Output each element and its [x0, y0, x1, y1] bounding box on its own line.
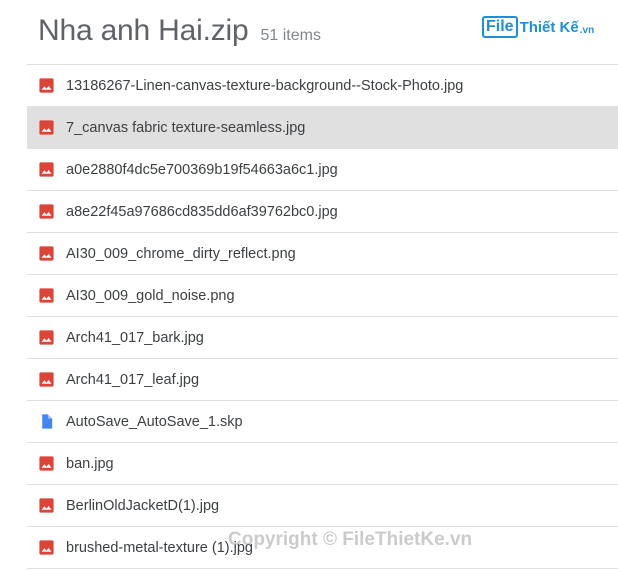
file-row[interactable]: brushed-metal-texture (1).jpg: [27, 527, 618, 569]
zip-header: Nha anh Hai.zip 51 items: [38, 14, 321, 54]
file-row[interactable]: BerlinOldJacketD(1).jpg: [27, 485, 618, 527]
image-file-icon: [39, 120, 54, 135]
image-file-icon: [39, 330, 54, 345]
file-row[interactable]: AutoSave_AutoSave_1.skp: [27, 401, 618, 443]
item-count: 51 items: [260, 27, 321, 44]
file-row[interactable]: ban.jpg: [27, 443, 618, 485]
file-row[interactable]: 13186267-Linen-canvas-texture-background…: [27, 65, 618, 107]
file-name: AutoSave_AutoSave_1.skp: [66, 413, 243, 430]
file-name: ban.jpg: [66, 455, 114, 472]
site-logo: File Thiết Kế .vn: [482, 16, 595, 38]
file-row[interactable]: AI30_009_chrome_dirty_reflect.png: [27, 233, 618, 275]
file-row[interactable]: a8e22f45a97686cd835dd6af39762bc0.jpg: [27, 191, 618, 233]
logo-main-text: Thiết Kế: [519, 18, 579, 36]
file-name: brushed-metal-texture (1).jpg: [66, 539, 253, 556]
file-name: Arch41_017_bark.jpg: [66, 329, 204, 346]
image-file-icon: [39, 288, 54, 303]
page-title: Nha anh Hai.zip: [38, 14, 249, 47]
file-row[interactable]: 7_canvas fabric texture-seamless.jpg: [27, 107, 618, 149]
image-file-icon: [39, 498, 54, 513]
image-file-icon: [39, 204, 54, 219]
file-name: 7_canvas fabric texture-seamless.jpg: [66, 119, 306, 136]
document-file-icon: [42, 414, 53, 429]
file-name: AI30_009_gold_noise.png: [66, 287, 235, 304]
image-file-icon: [39, 540, 54, 555]
file-name: BerlinOldJacketD(1).jpg: [66, 497, 220, 514]
image-file-icon: [39, 78, 54, 93]
file-row[interactable]: a0e2880f4dc5e700369b19f54663a6c1.jpg: [27, 149, 618, 191]
file-list: 13186267-Linen-canvas-texture-background…: [27, 64, 618, 569]
file-row[interactable]: AI30_009_gold_noise.png: [27, 275, 618, 317]
image-file-icon: [39, 456, 54, 471]
file-row[interactable]: Arch41_017_bark.jpg: [27, 317, 618, 359]
file-name: a8e22f45a97686cd835dd6af39762bc0.jpg: [66, 203, 338, 220]
image-file-icon: [39, 246, 54, 261]
image-file-icon: [39, 372, 54, 387]
file-row[interactable]: Arch41_017_leaf.jpg: [27, 359, 618, 401]
file-name: AI30_009_chrome_dirty_reflect.png: [66, 245, 296, 262]
logo-suffix: .vn: [579, 25, 595, 36]
logo-file-text: File: [482, 16, 518, 38]
file-name: 13186267-Linen-canvas-texture-background…: [66, 77, 464, 94]
image-file-icon: [39, 162, 54, 177]
file-name: Arch41_017_leaf.jpg: [66, 371, 200, 388]
file-name: a0e2880f4dc5e700369b19f54663a6c1.jpg: [66, 161, 338, 178]
